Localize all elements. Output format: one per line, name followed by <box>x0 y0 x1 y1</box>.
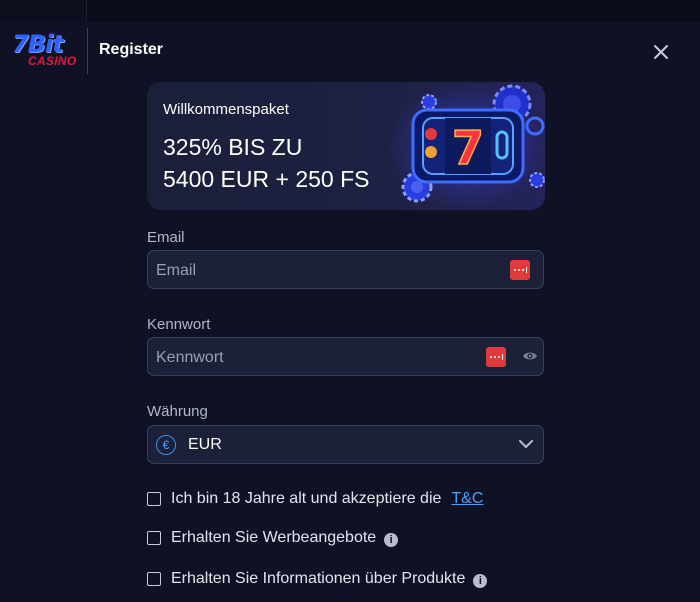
tnc-link[interactable]: T&C <box>451 490 483 507</box>
close-icon <box>654 45 668 59</box>
svg-text:7: 7 <box>452 121 484 175</box>
euro-icon: € <box>156 435 176 455</box>
age-terms-text: Ich bin 18 Jahre alt und akzeptiere die T… <box>171 490 483 508</box>
welcome-banner: Willkommenspaket 325% BIS ZU 5400 EUR + … <box>147 82 545 210</box>
top-strip <box>0 0 700 22</box>
promo-label: Erhalten Sie Werbeangebote <box>171 529 377 546</box>
logo[interactable]: 7Bit CASINO <box>10 30 80 74</box>
info-icon[interactable]: i <box>473 574 488 588</box>
product-info-text: Erhalten Sie Informationen über Produkte… <box>171 570 488 588</box>
password-label: Kennwort <box>147 316 211 333</box>
product-info-label: Erhalten Sie Informationen über Produkte <box>171 570 466 587</box>
banner-subtitle: Willkommenspaket <box>163 101 289 118</box>
info-icon[interactable]: i <box>384 533 399 547</box>
email-input[interactable] <box>154 251 488 290</box>
logo-bottom-text: CASINO <box>28 54 77 68</box>
banner-offer-line1: 325% BIS ZU <box>163 134 303 160</box>
product-info-checkbox[interactable] <box>147 572 161 586</box>
slot-machine-illustration: 7 <box>387 82 545 210</box>
banner-offer-line2: 5400 EUR + 250 FS <box>163 166 370 192</box>
chevron-down-icon[interactable] <box>519 440 533 449</box>
header-divider <box>87 28 88 74</box>
age-terms-label: Ich bin 18 Jahre alt und akzeptiere die <box>171 490 442 507</box>
top-strip-left <box>0 0 87 22</box>
modal-title: Register <box>99 41 164 58</box>
email-field[interactable] <box>147 250 544 290</box>
password-manager-icon[interactable] <box>486 347 506 367</box>
email-label: Email <box>147 229 185 246</box>
password-field[interactable] <box>147 337 544 377</box>
age-terms-checkbox[interactable] <box>147 492 161 506</box>
password-input[interactable] <box>154 338 488 377</box>
currency-select[interactable]: € EUR <box>147 425 544 464</box>
banner-offer: 325% BIS ZU 5400 EUR + 250 FS <box>163 131 369 195</box>
promo-checkbox[interactable] <box>147 531 161 545</box>
currency-label: Währung <box>147 403 208 420</box>
password-manager-icon[interactable] <box>510 260 530 280</box>
currency-value: EUR <box>188 436 222 453</box>
modal-header: 7Bit CASINO Register <box>0 22 700 82</box>
close-button[interactable] <box>651 42 671 62</box>
promo-text: Erhalten Sie Werbeangebote i <box>171 529 399 547</box>
eye-icon[interactable] <box>522 349 538 363</box>
